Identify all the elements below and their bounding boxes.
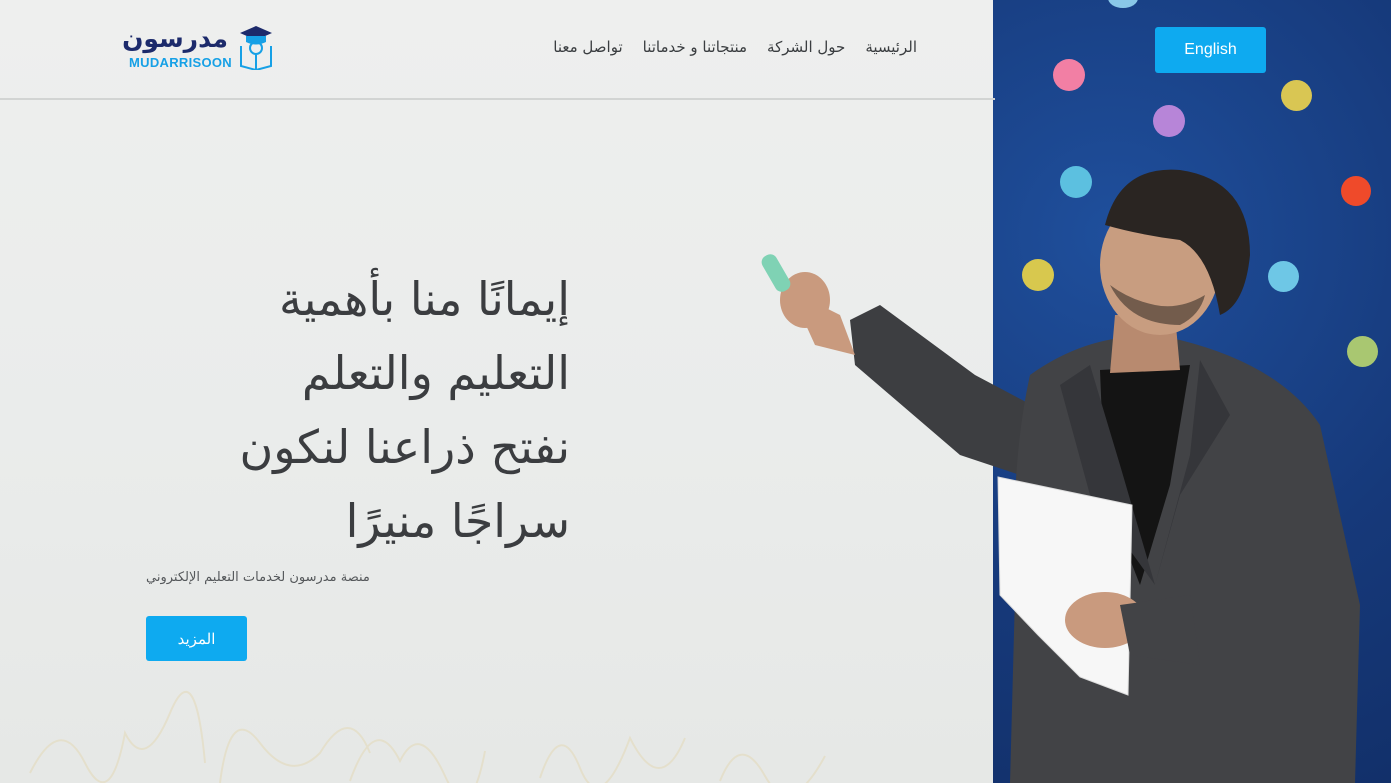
site-header: مدرسون MUDARRISOON الرئيسية حول الشركة م… (0, 0, 995, 100)
wall-dot (1153, 105, 1185, 137)
main-navigation: الرئيسية حول الشركة منتجاتنا و خدماتنا ت… (553, 38, 917, 56)
chalk-scribble-decoration (29, 690, 826, 783)
brand-name-english: MUDARRISOON (129, 55, 232, 70)
hero-title-line: نفتح ذراعنا لنكون (239, 420, 570, 474)
nav-item-about[interactable]: حول الشركة (767, 38, 845, 56)
hero-title-line: سراجًا منيرًا (345, 494, 570, 548)
nav-item-products-services[interactable]: منتجاتنا و خدماتنا (643, 38, 747, 56)
language-switch-button[interactable]: English (1155, 27, 1266, 73)
graduation-cap-book-icon (240, 26, 272, 70)
wall-dot (1053, 59, 1085, 91)
hero-title: إيمانًا منا بأهمية التعليم والتعلم نفتح … (140, 262, 570, 558)
hero-title-line: إيمانًا منا بأهمية (278, 272, 570, 326)
more-button[interactable]: المزيد (146, 616, 247, 661)
presenter-figure (761, 169, 1360, 783)
wall-dot (1281, 80, 1312, 111)
hero-title-line: التعليم والتعلم (301, 346, 570, 400)
nav-item-home[interactable]: الرئيسية (865, 38, 917, 56)
brand-logo[interactable]: مدرسون MUDARRISOON (122, 22, 278, 74)
wall-dot (1108, 0, 1138, 8)
hero-subtitle: منصة مدرسون لخدمات التعليم الإلكتروني (146, 570, 370, 585)
nav-item-contact[interactable]: تواصل معنا (553, 38, 622, 56)
brand-name-arabic: مدرسون (122, 24, 228, 53)
